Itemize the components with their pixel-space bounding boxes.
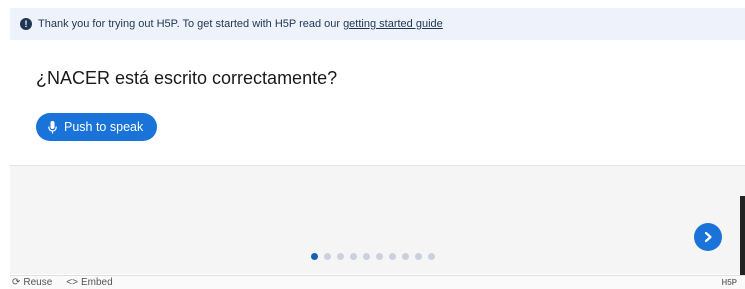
slide-dot-10[interactable] (428, 253, 435, 260)
reuse-icon: ⟳ (12, 277, 21, 288)
reuse-button[interactable]: ⟳ Reuse (12, 277, 52, 288)
slide-dot-9[interactable] (415, 253, 422, 260)
push-to-speak-label: Push to speak (64, 120, 144, 134)
question-text: ¿NACER está escrito correctamente? (36, 68, 338, 88)
slide-dot-2[interactable] (324, 253, 331, 260)
getting-started-link[interactable]: getting started guide (343, 18, 443, 30)
slide-dot-6[interactable] (376, 253, 383, 260)
slide-dot-4[interactable] (350, 253, 357, 260)
next-slide-button[interactable] (694, 223, 722, 251)
slide-dot-8[interactable] (402, 253, 409, 260)
h5p-footer: ⟳ Reuse <> Embed H5P (10, 275, 745, 289)
slide-dot-5[interactable] (363, 253, 370, 260)
h5p-logo: H5P (721, 278, 737, 287)
reuse-label: Reuse (23, 277, 53, 288)
slide-navigation (10, 166, 745, 274)
slide-dot-7[interactable] (389, 253, 396, 260)
slide-dot-1[interactable] (311, 253, 318, 260)
push-to-speak-button[interactable]: Push to speak (36, 113, 158, 141)
embed-button[interactable]: <> Embed (66, 277, 112, 288)
notice-text: Thank you for trying out H5P. To get sta… (38, 18, 341, 30)
microphone-icon (48, 120, 57, 134)
info-circle-icon: ! (20, 18, 32, 30)
side-panel-edge (740, 196, 745, 276)
slide-progress-dots (311, 253, 435, 260)
question-card: ¿NACER está escrito correctamente? Push … (10, 40, 745, 166)
embed-label: Embed (80, 277, 113, 288)
embed-icon: <> (66, 277, 78, 288)
h5p-notice-bar: ! Thank you for trying out H5P. To get s… (10, 8, 745, 40)
chevron-right-icon (704, 231, 712, 243)
slide-dot-3[interactable] (337, 253, 344, 260)
